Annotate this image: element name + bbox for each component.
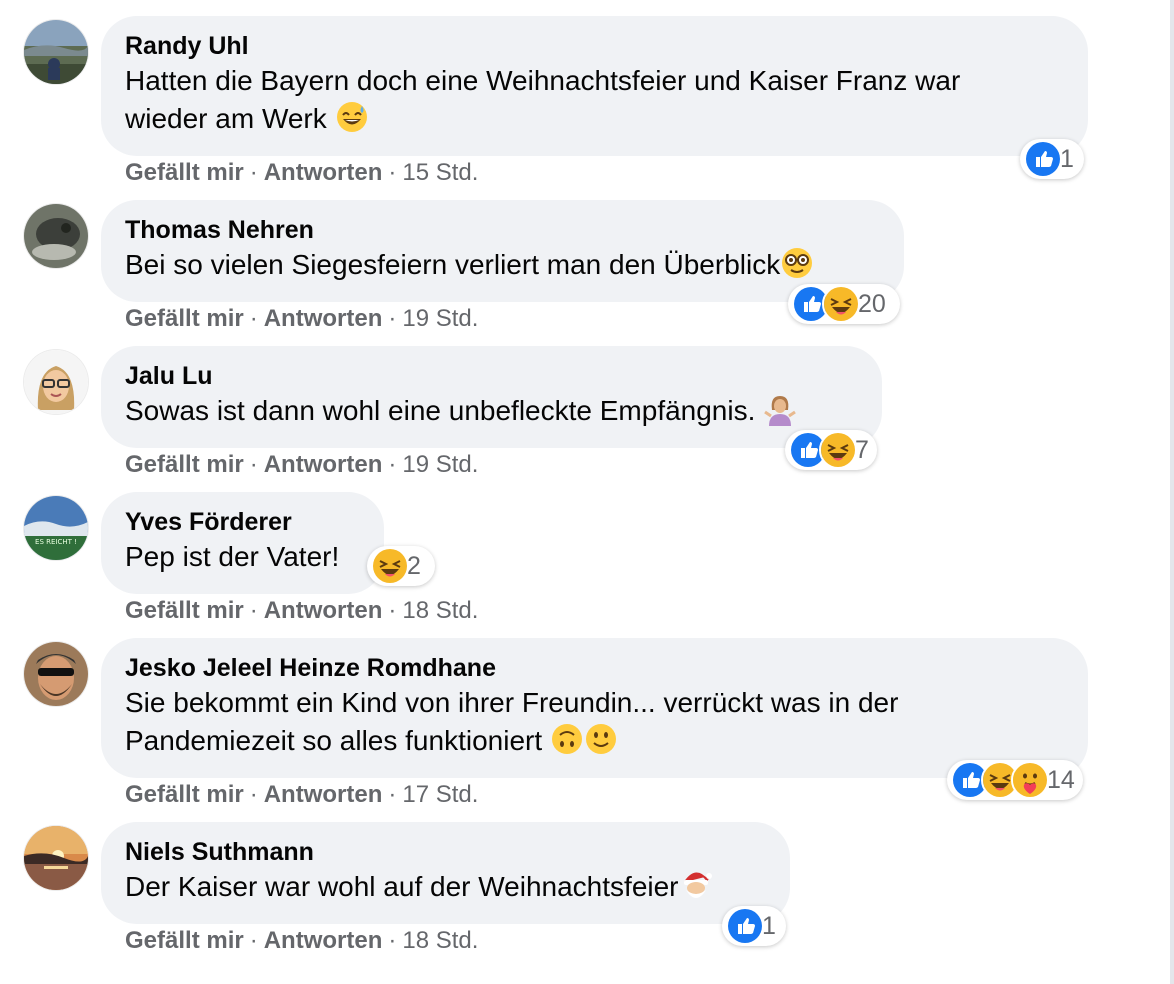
comment-actions: Gefällt mir · Antworten · 17 Std. — [125, 780, 478, 810]
scrollbar-track[interactable] — [1170, 0, 1174, 984]
reply-button[interactable]: Antworten — [264, 305, 383, 332]
reaction-summary[interactable]: 20 — [788, 284, 900, 324]
timestamp[interactable]: 19 Std. — [402, 451, 478, 478]
avatar-image — [24, 642, 88, 706]
nerd-glasses-emoji — [780, 246, 814, 280]
comment-text: Bei so vielen Siegesfeiern verliert man … — [125, 246, 880, 284]
like-button[interactable]: Gefällt mir — [125, 305, 244, 332]
comment-bubble[interactable]: Thomas Nehren Bei so vielen Siegesfeiern… — [101, 200, 904, 302]
comment-author[interactable]: Randy Uhl — [125, 30, 1064, 62]
reaction-summary[interactable]: 1 — [722, 906, 786, 946]
comment-text: Sie bekommt ein Kind von ihrer Freundin.… — [125, 687, 899, 718]
like-button[interactable]: Gefällt mir — [125, 159, 244, 186]
comment-bubble[interactable]: Jalu Lu Sowas ist dann wohl eine unbefle… — [101, 346, 882, 448]
like-icon — [726, 907, 764, 945]
comment-text: Sowas ist dann wohl eine unbefleckte Emp… — [125, 392, 858, 430]
comment-text-line2: Pandemiezeit so alles funktioniert — [125, 722, 1064, 760]
reaction-count: 2 — [407, 551, 421, 580]
comment-text: Hatten die Bayern doch eine Weihnachtsfe… — [125, 65, 961, 96]
timestamp[interactable]: 19 Std. — [402, 305, 478, 332]
comment-actions: Gefällt mir · Antworten · 19 Std. — [125, 450, 478, 480]
comment-text-line2: wieder am Werk — [125, 100, 1064, 138]
reaction-summary[interactable]: 14 — [947, 760, 1083, 800]
reaction-count: 7 — [855, 435, 869, 464]
like-button[interactable]: Gefällt mir — [125, 597, 244, 624]
comment-actions: Gefällt mir · Antworten · 18 Std. — [125, 926, 478, 956]
upside-down-face-emoji — [550, 722, 584, 756]
woman-shrugging-emoji — [763, 392, 797, 426]
avatar-image — [24, 20, 88, 84]
avatar-image — [24, 204, 88, 268]
comment-author[interactable]: Niels Suthmann — [125, 836, 766, 868]
comment-author[interactable]: Yves Förderer — [125, 506, 360, 538]
comment-actions: Gefällt mir · Antworten · 18 Std. — [125, 596, 478, 626]
avatar[interactable] — [24, 642, 88, 706]
grinning-sweat-emoji — [335, 100, 369, 134]
timestamp[interactable]: 15 Std. — [402, 159, 478, 186]
avatar[interactable] — [24, 826, 88, 890]
avatar[interactable] — [24, 204, 88, 268]
timestamp[interactable]: 18 Std. — [402, 597, 478, 624]
like-button[interactable]: Gefällt mir — [125, 927, 244, 954]
reply-button[interactable]: Antworten — [264, 927, 383, 954]
separator: · — [249, 927, 258, 954]
like-button[interactable]: Gefällt mir — [125, 781, 244, 808]
separator: · — [249, 597, 258, 624]
reaction-summary[interactable]: 2 — [367, 546, 435, 586]
separator: · — [249, 305, 258, 332]
like-icon — [1024, 140, 1062, 178]
separator: · — [388, 781, 397, 808]
santa-emoji — [679, 868, 713, 902]
separator: · — [249, 451, 258, 478]
separator: · — [388, 927, 397, 954]
avatar-text: ES REICHT ! — [35, 538, 77, 546]
haha-icon — [819, 431, 857, 469]
avatar[interactable] — [24, 350, 88, 414]
comment-author[interactable]: Thomas Nehren — [125, 214, 880, 246]
reaction-summary[interactable]: 7 — [785, 430, 877, 470]
comment-author[interactable]: Jesko Jeleel Heinze Romdhane — [125, 652, 1064, 684]
reaction-count: 14 — [1047, 765, 1075, 794]
smiling-face-emoji — [584, 722, 618, 756]
separator: · — [388, 159, 397, 186]
separator: · — [249, 781, 258, 808]
reply-button[interactable]: Antworten — [264, 597, 383, 624]
reply-button[interactable]: Antworten — [264, 451, 383, 478]
avatar-image: ES REICHT ! — [24, 496, 88, 560]
avatar-image — [24, 350, 88, 414]
reaction-count: 1 — [1060, 144, 1074, 173]
reaction-summary[interactable]: 1 — [1020, 139, 1084, 179]
timestamp[interactable]: 18 Std. — [402, 927, 478, 954]
comment-text: Der Kaiser war wohl auf der Weihnachtsfe… — [125, 868, 766, 906]
comment-actions: Gefällt mir · Antworten · 15 Std. — [125, 158, 478, 188]
avatar[interactable]: ES REICHT ! — [24, 496, 88, 560]
timestamp[interactable]: 17 Std. — [402, 781, 478, 808]
comment-bubble[interactable]: Jesko Jeleel Heinze Romdhane Sie bekommt… — [101, 638, 1088, 778]
haha-icon — [822, 285, 860, 323]
avatar[interactable] — [24, 20, 88, 84]
comment-bubble[interactable]: Niels Suthmann Der Kaiser war wohl auf d… — [101, 822, 790, 924]
reply-button[interactable]: Antworten — [264, 781, 383, 808]
comment-bubble[interactable]: Randy Uhl Hatten die Bayern doch eine We… — [101, 16, 1088, 156]
reaction-count: 20 — [858, 289, 886, 318]
reply-button[interactable]: Antworten — [264, 159, 383, 186]
separator: · — [249, 159, 258, 186]
haha-icon — [371, 547, 409, 585]
separator: · — [388, 305, 397, 332]
reaction-count: 1 — [762, 911, 776, 940]
comment-actions: Gefällt mir · Antworten · 19 Std. — [125, 304, 478, 334]
avatar-image — [24, 826, 88, 890]
comment-text: Pep ist der Vater! — [125, 541, 340, 572]
care-icon — [1011, 761, 1049, 799]
comment-author[interactable]: Jalu Lu — [125, 360, 858, 392]
separator: · — [388, 451, 397, 478]
comment-bubble[interactable]: Yves Förderer Pep ist der Vater! — [101, 492, 384, 594]
separator: · — [388, 597, 397, 624]
like-button[interactable]: Gefällt mir — [125, 451, 244, 478]
